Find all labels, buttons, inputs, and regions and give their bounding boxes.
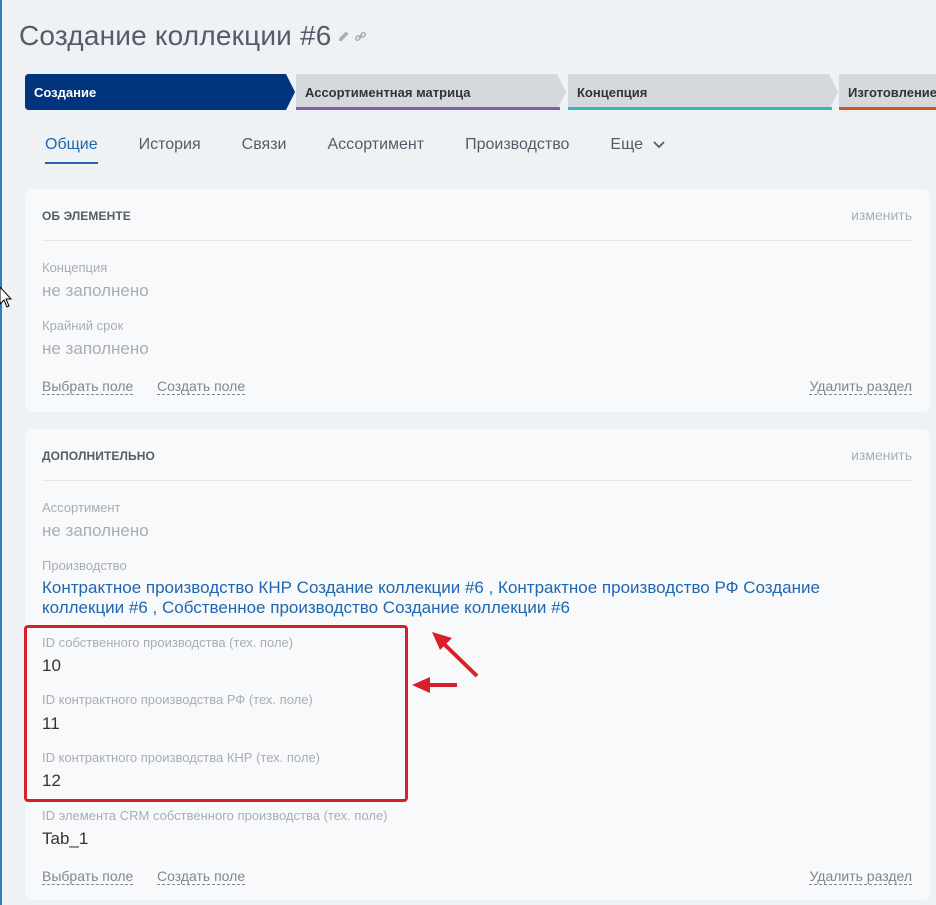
field-value-production[interactable]: Контрактное производство КНР Создание ко… — [42, 578, 862, 618]
tab-bar: Общие История Связи Ассортимент Производ… — [45, 130, 706, 164]
tab-assortment[interactable]: Ассортимент — [327, 130, 424, 160]
annotation-arrows-icon — [412, 632, 479, 693]
stage-manufacturing[interactable]: Изготовление — [839, 74, 936, 110]
field-label-crm-id: ID элемента CRM собственного производств… — [42, 808, 388, 823]
page-title: Создание коллекции #6 — [19, 20, 332, 51]
delete-section-link[interactable]: Удалить раздел — [809, 378, 912, 395]
field-value-assortment[interactable]: не заполнено — [42, 521, 149, 541]
about-section: ОБ ЭЛЕМЕНТЕ изменить Концепция не заполн… — [25, 189, 930, 412]
stage-assortment-matrix[interactable]: Ассортиментная матрица — [296, 74, 566, 110]
tab-production[interactable]: Производство — [465, 130, 569, 160]
edit-section-button[interactable]: изменить — [851, 447, 912, 463]
tab-more-label: Еще — [610, 136, 643, 153]
tab-more[interactable]: Еще — [610, 130, 666, 160]
chevron-down-icon — [653, 141, 666, 149]
window-edge — [0, 0, 2, 905]
select-field-link[interactable]: Выбрать поле — [42, 378, 134, 395]
stage-label: Создание — [34, 84, 97, 100]
edit-section-button[interactable]: изменить — [851, 207, 912, 223]
section-title: ДОПОЛНИТЕЛЬНО — [42, 449, 155, 463]
stage-label: Концепция — [577, 84, 648, 100]
stage-create[interactable]: Создание — [25, 74, 295, 110]
stage-label: Изготовление — [848, 84, 936, 100]
stage-progress-bar: Создание Ассортиментная матрица Концепци… — [25, 74, 936, 110]
field-value-crm-id[interactable]: Tab_1 — [42, 829, 88, 849]
tab-general[interactable]: Общие — [45, 130, 98, 164]
link-icon[interactable] — [354, 30, 367, 43]
title-row: Создание коллекции #6 — [19, 16, 367, 56]
field-label-production: Производство — [42, 558, 127, 573]
stage-label: Ассортиментная матрица — [305, 84, 471, 100]
create-field-link[interactable]: Создать поле — [157, 378, 246, 395]
pencil-icon[interactable] — [338, 30, 350, 42]
section-title: ОБ ЭЛЕМЕНТЕ — [42, 209, 131, 223]
delete-section-link[interactable]: Удалить раздел — [809, 868, 912, 885]
tab-history[interactable]: История — [139, 130, 201, 160]
field-label-concept: Концепция — [42, 260, 108, 275]
field-value-deadline[interactable]: не заполнено — [42, 339, 149, 359]
field-value-concept[interactable]: не заполнено — [42, 281, 149, 301]
select-field-link[interactable]: Выбрать поле — [42, 868, 134, 885]
tab-links[interactable]: Связи — [242, 130, 287, 160]
annotation-highlight-box — [24, 625, 408, 802]
section-header: ДОПОЛНИТЕЛЬНО изменить — [42, 429, 912, 481]
field-label-assortment: Ассортимент — [42, 500, 121, 515]
stage-concept[interactable]: Концепция — [568, 74, 838, 110]
mouse-cursor-icon — [0, 287, 12, 308]
field-label-deadline: Крайний срок — [42, 318, 124, 333]
create-field-link[interactable]: Создать поле — [157, 868, 246, 885]
section-header: ОБ ЭЛЕМЕНТЕ изменить — [42, 189, 912, 241]
